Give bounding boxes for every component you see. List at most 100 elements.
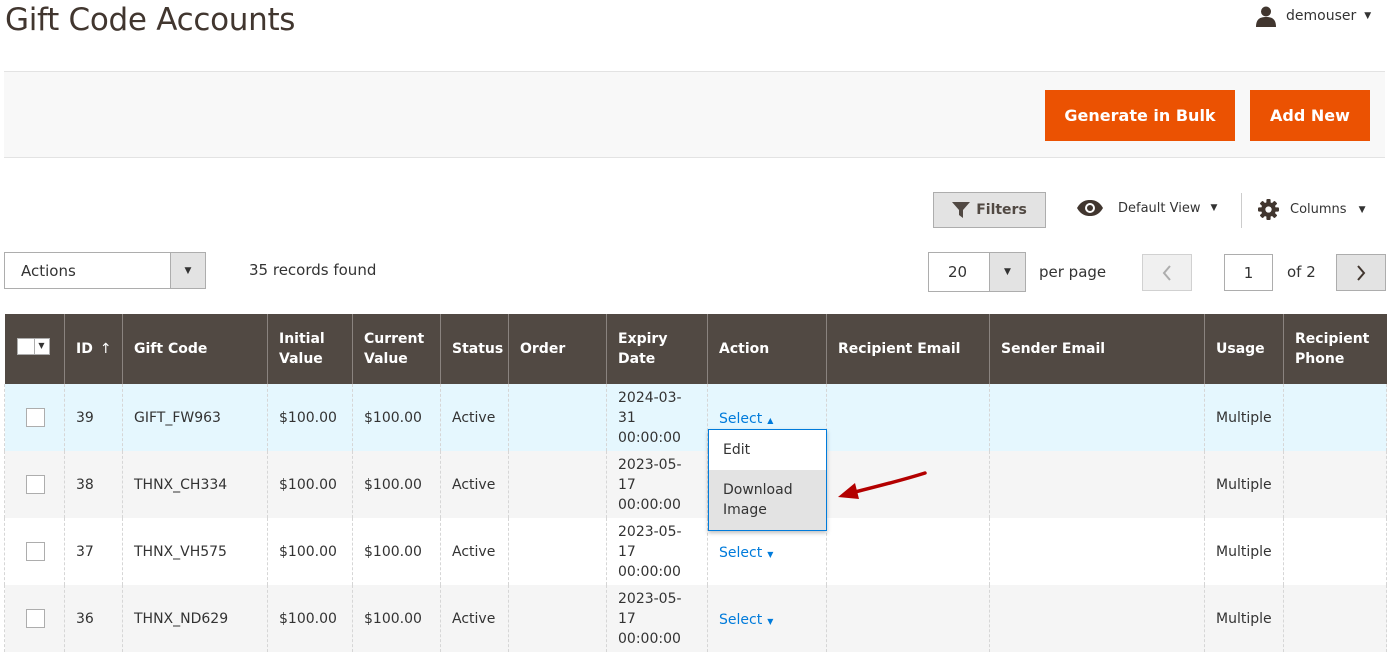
cell-usage: Multiple: [1204, 451, 1284, 518]
cell-id: 38: [64, 451, 123, 518]
chevron-right-icon: [1357, 264, 1366, 281]
per-page-value: 20: [948, 263, 968, 281]
caret-down-icon: ▼: [1210, 203, 1218, 213]
row-checkbox[interactable]: [26, 542, 45, 561]
cell-order: [508, 384, 607, 451]
cell-expiry-date: 2023-05-17 00:00:00: [606, 451, 708, 518]
expiry-time: 00:00:00: [618, 429, 681, 446]
view-switcher[interactable]: Default View ▼: [1076, 199, 1217, 217]
select-all-checkbox[interactable]: ▼: [16, 337, 50, 355]
cell-gift-code: THNX_CH334: [122, 451, 268, 518]
user-icon: [1256, 6, 1276, 27]
cell-sender-email: [989, 384, 1205, 451]
eye-icon: [1077, 200, 1103, 216]
cell-expiry-date: 2023-05-17 00:00:00: [606, 518, 708, 585]
cell-status: Active: [440, 585, 509, 652]
table-row[interactable]: 39 GIFT_FW963 $100.00 $100.00 Active 202…: [4, 384, 1387, 451]
caret-down-icon: ▼: [767, 616, 774, 626]
cell-current-value: $100.00: [352, 585, 441, 652]
cell-recipient-phone: [1283, 451, 1387, 518]
page-total: of 2: [1287, 263, 1316, 281]
toolbar-divider: [1241, 193, 1242, 228]
cell-expiry-date: 2024-03-31 00:00:00: [606, 384, 708, 451]
columns-control[interactable]: Columns ▼: [1258, 199, 1365, 220]
row-checkbox[interactable]: [26, 475, 45, 494]
column-header-initial-value[interactable]: Initial Value: [267, 314, 353, 384]
generate-in-bulk-button[interactable]: Generate in Bulk: [1045, 90, 1235, 141]
column-header-expiry-date[interactable]: Expiry Date: [606, 314, 708, 384]
user-name: demouser: [1286, 8, 1357, 24]
red-arrow-icon: [838, 471, 927, 499]
next-page-button[interactable]: [1336, 254, 1386, 291]
column-header-action: Action: [707, 314, 827, 384]
action-select-link[interactable]: Select ▲: [719, 409, 773, 431]
row-checkbox[interactable]: [26, 609, 45, 628]
page-actions-bar: Generate in Bulk Add New: [4, 71, 1385, 158]
menu-item-download-image[interactable]: Download Image: [709, 470, 826, 530]
cell-status: Active: [440, 518, 509, 585]
cell-current-value: $100.00: [352, 451, 441, 518]
row-select-cell: [4, 451, 65, 518]
cell-expiry-date: 2023-05-17 00:00:00: [606, 585, 708, 652]
previous-page-button[interactable]: [1142, 254, 1192, 291]
table-row[interactable]: 37 THNX_VH575 $100.00 $100.00 Active 202…: [4, 518, 1387, 585]
cell-order: [508, 585, 607, 652]
select-all-header[interactable]: ▼: [4, 314, 65, 384]
chevron-left-icon: [1162, 264, 1171, 281]
cell-initial-value: $100.00: [267, 518, 353, 585]
cell-order: [508, 451, 607, 518]
mass-actions-label: Actions: [21, 261, 76, 280]
mass-actions-select[interactable]: Actions ▼: [4, 252, 206, 289]
table-row[interactable]: 36 THNX_ND629 $100.00 $100.00 Active 202…: [4, 585, 1387, 652]
row-checkbox[interactable]: [26, 408, 45, 427]
cell-usage: Multiple: [1204, 518, 1284, 585]
action-select-link[interactable]: Select ▼: [719, 610, 773, 632]
caret-up-icon: ▲: [767, 415, 774, 425]
expiry-date: 2024-03-31: [618, 389, 682, 426]
column-header-recipient-phone[interactable]: Recipient Phone: [1283, 314, 1387, 384]
expiry-time: 00:00:00: [618, 563, 681, 580]
expiry-date: 2023-05-17: [618, 456, 682, 493]
cell-recipient-email: [826, 585, 990, 652]
cell-sender-email: [989, 451, 1205, 518]
filters-label: Filters: [976, 202, 1027, 218]
expiry-date: 2023-05-17: [618, 523, 682, 560]
menu-item-edit[interactable]: Edit: [709, 430, 826, 470]
cell-recipient-phone: [1283, 585, 1387, 652]
cell-initial-value: $100.00: [267, 384, 353, 451]
user-account-menu[interactable]: demouser ▼: [1255, 5, 1371, 27]
cell-recipient-email: [826, 384, 990, 451]
column-header-status[interactable]: Status: [440, 314, 509, 384]
filters-button[interactable]: Filters: [933, 192, 1046, 228]
column-header-sender-email[interactable]: Sender Email: [989, 314, 1205, 384]
action-select-link[interactable]: Select ▼: [719, 543, 773, 565]
view-label: Default View: [1118, 200, 1201, 216]
caret-down-icon: ▼: [1364, 11, 1372, 21]
cell-gift-code: GIFT_FW963: [122, 384, 268, 451]
expiry-time: 00:00:00: [618, 630, 681, 647]
add-new-button[interactable]: Add New: [1250, 90, 1370, 141]
row-select-cell: [4, 384, 65, 451]
sort-ascending-icon: ↑: [99, 341, 112, 357]
cell-id: 39: [64, 384, 123, 451]
caret-down-icon: ▼: [170, 253, 205, 288]
table-row[interactable]: 38 THNX_CH334 $100.00 $100.00 Active 202…: [4, 451, 1387, 518]
cell-action: Select ▼: [707, 585, 827, 652]
per-page-select[interactable]: 20 ▼: [928, 252, 1026, 292]
column-header-id[interactable]: ID ↑: [64, 314, 123, 384]
action-dropdown-menu: Edit Download Image: [708, 429, 827, 531]
cell-status: Active: [440, 384, 509, 451]
page-title: Gift Code Accounts: [5, 2, 296, 38]
caret-down-icon: ▼: [34, 337, 50, 355]
cell-initial-value: $100.00: [267, 585, 353, 652]
column-header-order[interactable]: Order: [508, 314, 607, 384]
column-header-recipient-email[interactable]: Recipient Email: [826, 314, 990, 384]
cell-recipient-phone: [1283, 518, 1387, 585]
gear-icon: [1258, 199, 1279, 220]
column-header-usage[interactable]: Usage: [1204, 314, 1284, 384]
cell-usage: Multiple: [1204, 384, 1284, 451]
column-header-current-value[interactable]: Current Value: [352, 314, 441, 384]
page-number-input[interactable]: 1: [1224, 254, 1273, 291]
column-header-gift-code[interactable]: Gift Code: [122, 314, 268, 384]
cell-recipient-email: [826, 518, 990, 585]
